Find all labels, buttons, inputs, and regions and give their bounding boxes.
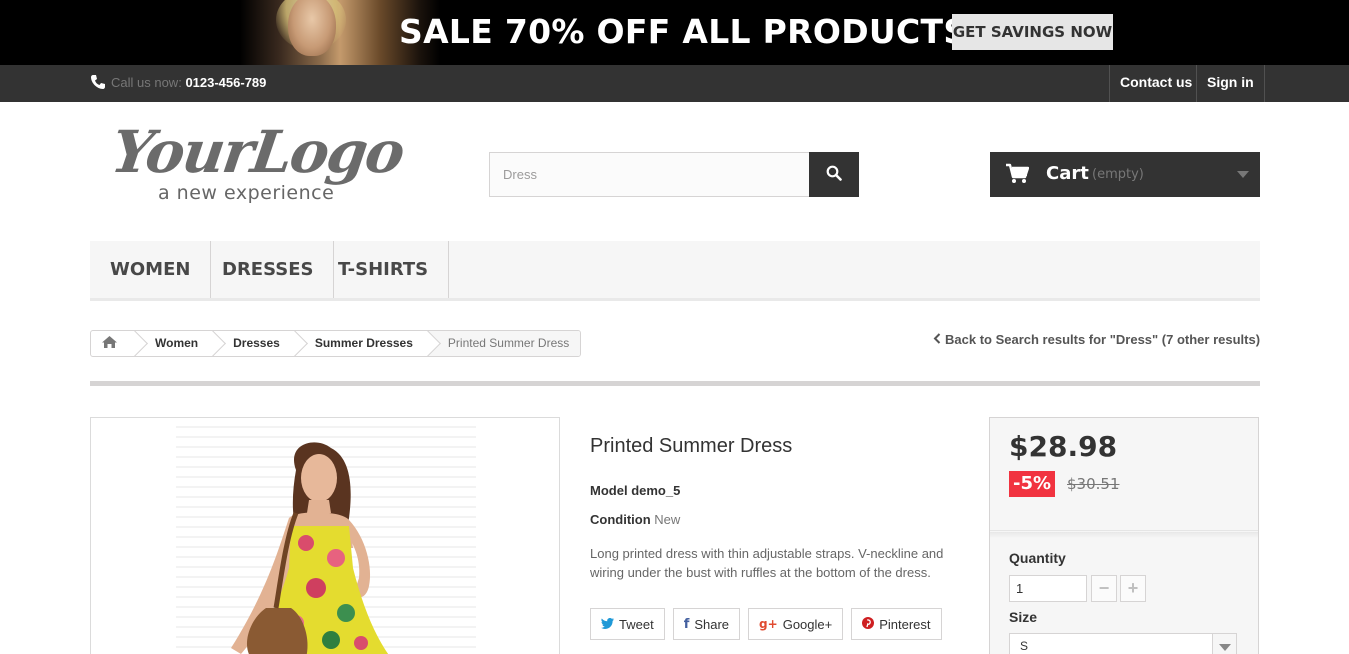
facebook-share-button[interactable]: f Share	[672, 608, 741, 640]
options-area: Quantity − + Size S	[990, 532, 1258, 654]
cart-label: Cart	[1046, 163, 1089, 184]
quantity-input[interactable]	[1009, 575, 1087, 602]
discount-badge: -5%	[1009, 471, 1056, 497]
product-image[interactable]	[90, 417, 560, 654]
contact-us-link[interactable]: Contact us	[1109, 65, 1202, 102]
breadcrumb: Women Dresses Summer Dresses Printed Sum…	[90, 330, 582, 357]
phone-number: 0123-456-789	[185, 75, 267, 90]
cart-status: (empty)	[1092, 167, 1144, 182]
back-to-search-link[interactable]: Back to Search results for "Dress" (7 ot…	[933, 332, 1260, 347]
condition-label: Condition	[590, 512, 651, 527]
quantity-label: Quantity	[1009, 550, 1066, 566]
search-bar	[489, 152, 859, 197]
get-savings-button[interactable]: GET SAVINGS NOW	[952, 14, 1113, 50]
tweet-button[interactable]: Tweet	[590, 608, 665, 640]
size-select[interactable]: S	[1009, 633, 1237, 654]
sign-in-link[interactable]: Sign in	[1196, 65, 1265, 102]
dress-model-image	[231, 442, 389, 654]
buy-box: $28.98 -5% $30.51 Quantity − + Size S	[989, 417, 1259, 654]
facebook-icon: f	[683, 616, 690, 632]
search-icon	[826, 165, 842, 184]
cart-icon	[1005, 163, 1030, 188]
section-divider	[90, 381, 1260, 386]
search-button[interactable]	[809, 152, 859, 197]
logo-script: YourLogo	[107, 118, 408, 186]
model-value: demo_5	[631, 483, 681, 498]
chevron-left-icon	[933, 332, 941, 347]
price-area: $28.98 -5% $30.51	[990, 418, 1258, 531]
product-model: Model demo_5	[590, 483, 680, 498]
search-input[interactable]	[489, 152, 810, 197]
product-condition: Condition New	[590, 512, 680, 527]
breadcrumb-summer-dresses[interactable]: Summer Dresses	[295, 331, 428, 356]
google-plus-icon: g+	[759, 617, 778, 631]
model-label: Model	[590, 483, 628, 498]
store-logo[interactable]: YourLogo a new experience	[107, 118, 412, 209]
pinterest-button[interactable]: Pinterest	[851, 608, 942, 640]
google-plus-label: Google+	[782, 616, 833, 632]
old-price: $30.51	[1067, 475, 1120, 493]
back-link-label: Back to Search results for "Dress" (7 ot…	[945, 332, 1261, 347]
share-label: Share	[694, 616, 730, 632]
size-value: S	[1020, 639, 1029, 653]
menu-item-tshirts[interactable]: T-SHIRTS	[318, 241, 450, 298]
logo-tagline: a new experience	[158, 182, 335, 204]
pinterest-label: Pinterest	[879, 616, 931, 632]
breadcrumb-home[interactable]	[91, 331, 135, 356]
phone-icon	[90, 74, 106, 90]
quantity-decrease-button[interactable]: −	[1091, 575, 1117, 602]
main-menu: WOMEN DRESSES T-SHIRTS	[90, 241, 1260, 301]
product-description: Long printed dress with thin adjustable …	[590, 546, 944, 580]
google-plus-button[interactable]: g+ Google+	[748, 608, 844, 640]
banner-title: SALE 70% OFF ALL PRODUCTS	[399, 12, 968, 51]
product-price: $28.98	[1009, 430, 1118, 463]
phone-prefix: Call us now:	[111, 75, 182, 90]
menu-item-dresses[interactable]: DRESSES	[202, 241, 335, 298]
product-title: Printed Summer Dress	[590, 435, 793, 457]
sale-banner[interactable]: SALE 70% OFF ALL PRODUCTS GET SAVINGS NO…	[0, 0, 1349, 65]
cart-button[interactable]: Cart (empty)	[990, 152, 1260, 197]
quantity-increase-button[interactable]: +	[1120, 575, 1146, 602]
top-nav: Call us now: 0123-456-789 Contact us Sig…	[0, 65, 1349, 102]
chevron-down-icon	[1237, 171, 1249, 178]
breadcrumb-current: Printed Summer Dress	[427, 331, 581, 356]
pinterest-icon	[862, 616, 875, 632]
tweet-label: Tweet	[619, 616, 654, 632]
condition-value: New	[654, 512, 681, 527]
phone-info: Call us now: 0123-456-789	[90, 74, 266, 90]
share-buttons: Tweet f Share g+ Google+ Pinterest	[590, 608, 942, 640]
twitter-icon	[601, 617, 614, 632]
size-label: Size	[1009, 609, 1038, 625]
chevron-down-icon	[1212, 634, 1236, 654]
home-icon	[102, 336, 117, 350]
menu-item-women[interactable]: WOMEN	[90, 241, 212, 298]
